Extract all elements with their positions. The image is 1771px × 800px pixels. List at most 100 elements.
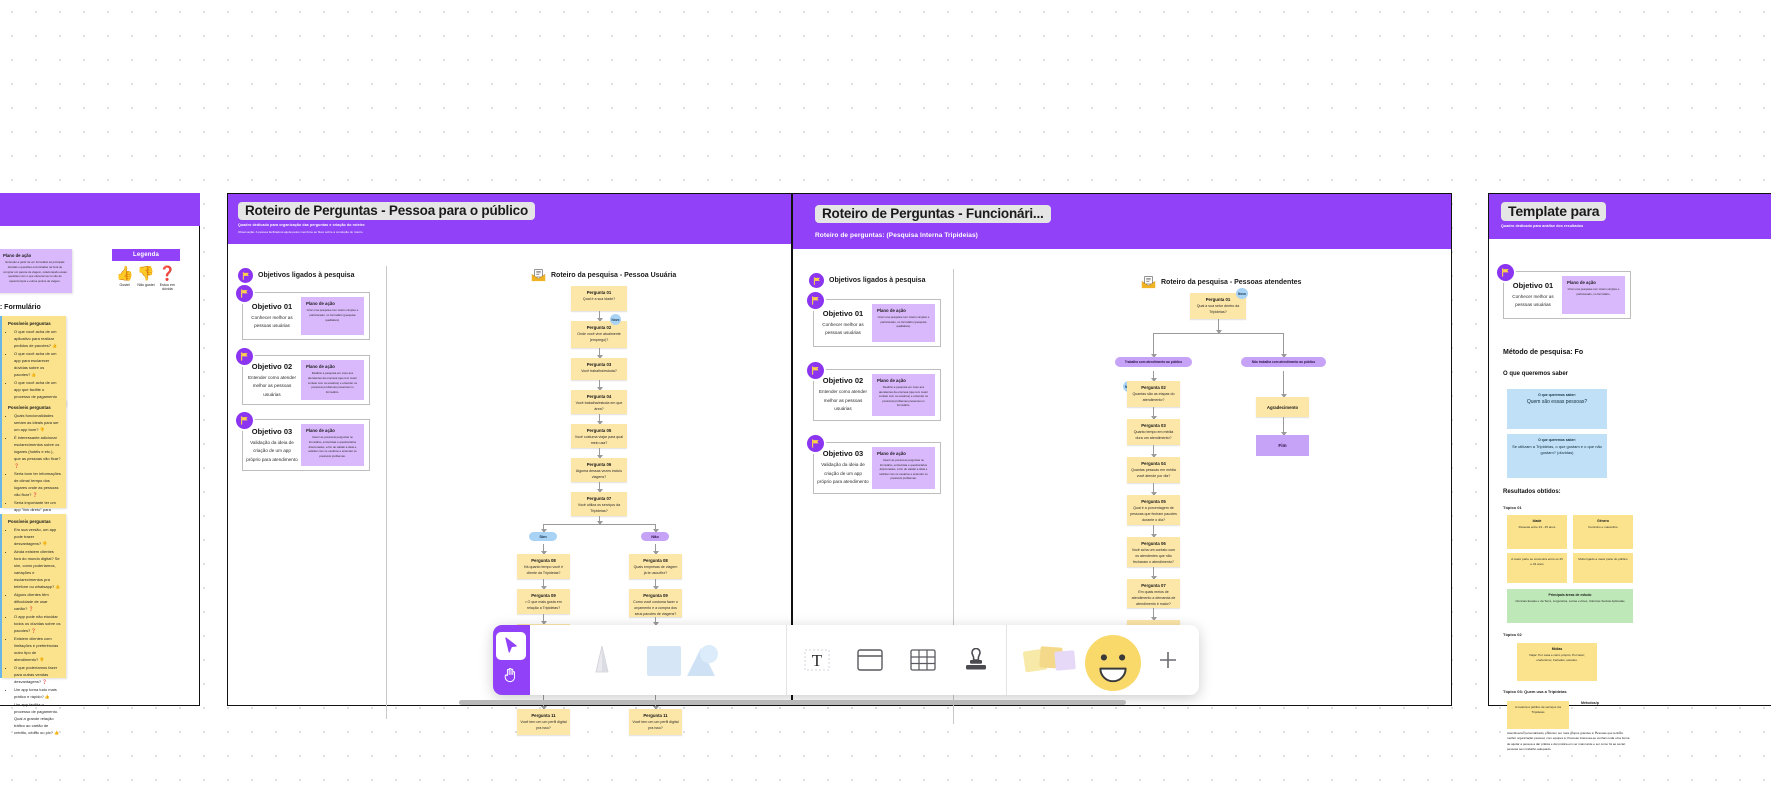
question-node-f05[interactable]: Pergunta 05 Qual é a porcentagem de pess… (1127, 495, 1180, 525)
question-node-02[interactable]: Pergunta 02 Onde você vive atualmente (e… (571, 321, 627, 349)
question-node-04[interactable]: Pergunta 04 Você trabalha/estuda em que … (571, 390, 627, 415)
question-node-yes-09[interactable]: Pergunta 09 • O que mais gosta em relaçã… (517, 589, 570, 615)
flow-heading-funcionario: Roteiro da pesquisa - Pessoas atendentes (1141, 276, 1301, 289)
want-to-know-label: O que queremos saber (1503, 371, 1569, 378)
thanks-node[interactable]: Agradecimento (1256, 397, 1309, 417)
question-node-05[interactable]: Pergunta 05 Você costuma viajar para qua… (571, 424, 627, 449)
emoji-reaction-floating[interactable] (1085, 635, 1141, 691)
frame-header-template[interactable]: Template para Quadro dedicado para análi… (1489, 194, 1771, 240)
branch-label-nao[interactable]: Não (641, 532, 669, 542)
frame-title-template[interactable]: Template para (1501, 202, 1607, 221)
question-node-yes-11[interactable]: Pergunta 11 Você tem um um perfil digita… (517, 709, 570, 736)
text-tool[interactable]: T (801, 643, 832, 677)
question-node-06[interactable]: Pergunta 06 Alguma dessas vezes incluiu … (571, 458, 627, 483)
sticky-notes-tool[interactable] (1021, 638, 1079, 682)
horizontal-scrollbar-thumb[interactable] (459, 700, 1126, 705)
branch-label-sim[interactable]: Sim (529, 532, 557, 542)
question-node-yes-08[interactable]: Pergunta 08 Há quanto tempo você é clien… (517, 554, 570, 580)
shapes-tool[interactable] (641, 637, 731, 683)
table-tool[interactable] (908, 643, 939, 677)
question-node-f02[interactable]: Pergunta 02 Quantas são as etapas do ate… (1127, 381, 1180, 407)
question-node-f03[interactable]: Pergunta 03 Quanto tempo em média dura u… (1127, 419, 1180, 445)
objective-card-01[interactable]: Objetivo 01 Conhecer melhor as pessoas u… (236, 285, 370, 341)
objective-f01-plan[interactable]: Plano de ação Criar uma pesquisa com rot… (871, 304, 935, 342)
objective-card-02[interactable]: Objetivo 02 Entender como atender melhor… (236, 348, 370, 406)
flow-arrow (596, 414, 603, 426)
question-node-f04[interactable]: Pergunta 04 Quantas pessoas em média voc… (1127, 457, 1180, 483)
branch-label-nao-trabalha[interactable]: Não trabalha com atendimento ao público (1241, 357, 1326, 367)
objective-f02-plan-text: Realizar a pesquisa em meio aos atendent… (878, 385, 929, 408)
whiteboard-canvas[interactable]: Plano de ação Entender a partir de um fo… (0, 0, 1771, 800)
objective-03-plan[interactable]: Plano de ação Inserir as possíveis pergu… (300, 424, 364, 467)
question-node-no-09[interactable]: Pergunta 09 Como você costuma fazer o or… (629, 589, 682, 618)
question-f02-number: Pergunta 02 (1141, 385, 1166, 390)
cursor-tool[interactable] (496, 631, 527, 660)
topic-02-label: Tópico 02 (1503, 632, 1522, 638)
plan-note-left[interactable]: Plano de ação Entender a partir de um fo… (0, 249, 72, 293)
flow-arrow (1280, 371, 1287, 398)
result-card-midias-body: Viajar: Por casa e carro próprio; Por la… (1529, 653, 1585, 663)
objective-f03-plan[interactable]: Plano de ação Inserir as possíveis pergu… (871, 447, 935, 489)
frame-title-publico[interactable]: Roteiro de Perguntas - Pessoa para o púb… (238, 202, 536, 220)
sticky-note-2[interactable]: Possíveis perguntas Quais funcionalidade… (2, 400, 66, 555)
pen-tool[interactable] (585, 643, 619, 677)
sticky-note-3[interactable]: Possíveis perguntas Em sua versão, um ap… (2, 514, 66, 735)
list-item: Existem clientes com limitações e prefer… (14, 635, 61, 663)
frame-template[interactable]: Template para Quadro dedicado para análi… (1488, 193, 1771, 751)
frame-title-funcionario[interactable]: Roteiro de Perguntas - Funcionári... (815, 205, 1051, 223)
objective-t01-plan[interactable]: Plano de ação Criar uma pesquisa com rot… (1561, 276, 1625, 315)
objective-t01-title: Objetivo 01 (1512, 280, 1554, 290)
objective-t01-plan-text: Criar uma pesquisa com roteiro simples e… (1567, 287, 1620, 296)
frame-header-publico[interactable]: Roteiro de Perguntas - Pessoa para o púb… (228, 194, 791, 245)
list-item: Ainda existem clientes fora do mundo dig… (14, 548, 61, 590)
objectives-heading-publico: Objetivos ligados à pesquisa (238, 268, 354, 284)
objective-02-plan[interactable]: Plano de ação Realizar a pesquisa em mei… (300, 360, 364, 401)
info-card-2[interactable]: O que queremos saber: Se utilizam a Trip… (1507, 434, 1607, 479)
question-node-no-11[interactable]: Pergunta 11 Você tem um um perfil digita… (629, 709, 682, 736)
result-card-idade[interactable]: Idade Pessoas entre 23 - 45 anos (1507, 515, 1567, 550)
objective-card-t01[interactable]: Objetivo 01 Conhecer melhor as pessoas u… (1497, 264, 1631, 320)
toolbar-mode-switcher[interactable] (493, 625, 530, 695)
result-card-areas[interactable]: Principais áreas de estudo Ciências Exat… (1507, 589, 1633, 624)
more-tools[interactable] (1151, 643, 1185, 677)
question-node-01[interactable]: Pergunta 01 Qual é a sua idade? (571, 286, 627, 312)
question-node-03[interactable]: Pergunta 03 Você trabalha/estuda? (571, 358, 627, 381)
objective-card-03[interactable]: Objetivo 03 Validação da ideia de criaçã… (236, 412, 370, 472)
frame-left-partial[interactable] (0, 193, 200, 226)
branch-label-trabalha[interactable]: Trabalha com atendimento ao público (1115, 357, 1192, 367)
legend-label-nao-gostei: Não gostei (137, 283, 155, 287)
hand-tool[interactable] (496, 661, 526, 689)
result-card-publico[interactable]: Muito ligado a maior parte do público (1573, 553, 1633, 584)
question-f06-number: Pergunta 06 (1141, 541, 1166, 546)
question-node-f07[interactable]: Pergunta 07 Em quais meios de atendiment… (1127, 579, 1180, 608)
frame-tool[interactable] (854, 643, 885, 677)
stamp-tool[interactable] (961, 643, 992, 677)
sticky-title-2: Possíveis perguntas (8, 405, 51, 410)
sticky-note-1[interactable]: Possíveis perguntas O que você acha de u… (2, 316, 66, 406)
result-card-genero[interactable]: Gênero Feminino e masculino (1573, 515, 1633, 550)
result-card-faixa[interactable]: A maior parte se concentra entre os 25 e… (1507, 553, 1567, 584)
flow-arrow (1280, 333, 1287, 358)
objective-01-plan[interactable]: Plano de ação Criar uma pesquisa com rot… (300, 297, 364, 336)
frame-header-funcionario[interactable]: Roteiro de Perguntas - Funcionári... Rot… (793, 194, 1451, 249)
toolbar-draw-group[interactable] (530, 625, 787, 695)
legend-box[interactable]: Legenda 👍 Gostei 👎 Não gostei ❓ Estou em… (112, 249, 180, 304)
result-card-topico3[interactable]: A maioria é público de serviços via Trip… (1507, 701, 1569, 730)
end-node[interactable]: Fim (1256, 435, 1309, 456)
question-node-f06[interactable]: Pergunta 06 Você acha um contato com os … (1127, 537, 1180, 567)
objective-card-f02[interactable]: Objetivo 02 Entender como atender melhor… (807, 362, 941, 421)
toolbar-content-group[interactable]: T (787, 625, 1007, 695)
question-node-07[interactable]: Pergunta 07 Você utiliza os serviços da … (571, 492, 627, 517)
comment-bubble[interactable]: Novo (1236, 288, 1248, 299)
legend-item-gostei: 👍 Gostei (114, 266, 135, 291)
question-node-no-08[interactable]: Pergunta 08 Quais empresas de viagem já … (629, 554, 682, 580)
result-card-midias[interactable]: Mídias Viajar: Por casa e carro próprio;… (1517, 643, 1597, 682)
objective-card-f03[interactable]: Objetivo 03 Validação da ideia de criaçã… (807, 435, 941, 494)
info-card-1[interactable]: O que queremos saber: Quem são essas pes… (1507, 389, 1607, 430)
objective-card-f01[interactable]: Objetivo 01 Conhecer melhor as pessoas u… (807, 292, 941, 347)
frame-subtitle-publico: Quadro dedicado para organização das per… (238, 223, 365, 227)
question-05-text: Você costuma viajar para qual meio usa? (574, 435, 624, 446)
objective-f02-plan[interactable]: Plano de ação Realizar a pesquisa em mei… (871, 374, 935, 416)
plan-note-title: Plano de ação (3, 253, 32, 258)
objective-03-plan-text: Inserir as possíveis perguntas no formul… (308, 435, 357, 458)
